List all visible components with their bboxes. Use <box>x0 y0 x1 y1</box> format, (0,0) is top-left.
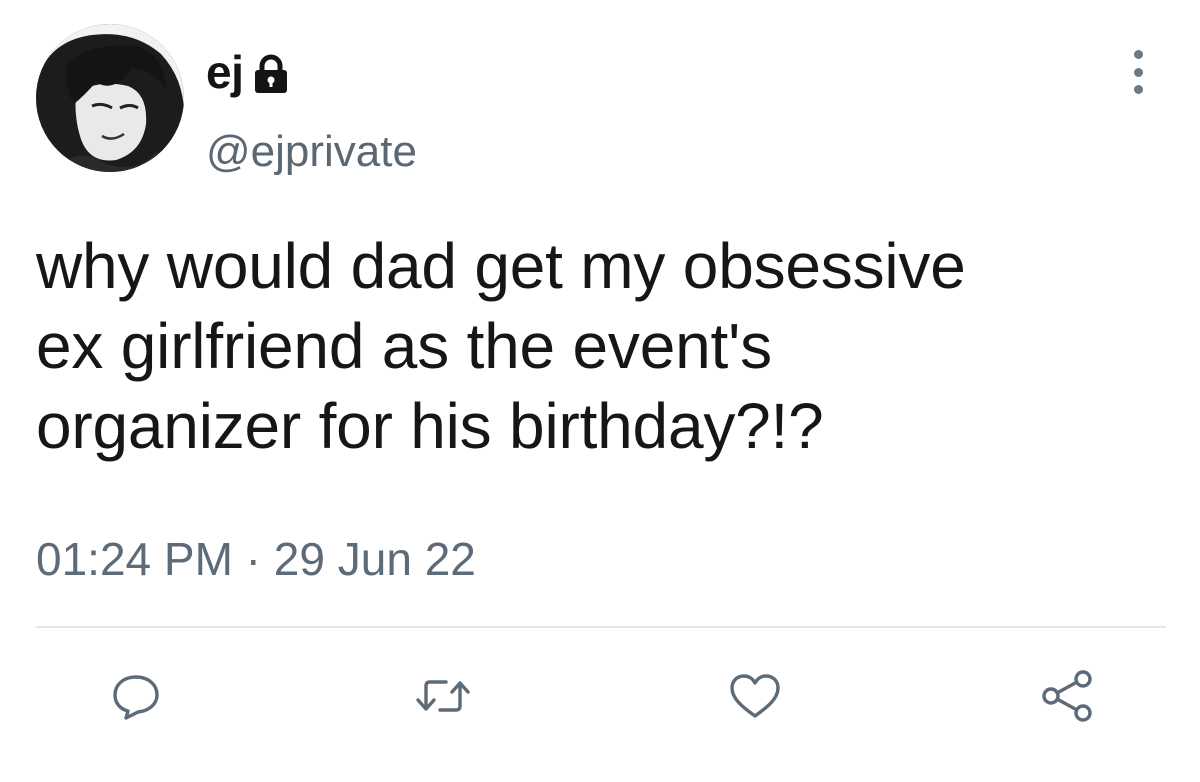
more-vertical-icon-dot <box>1133 67 1143 77</box>
display-name[interactable]: ej <box>206 49 244 95</box>
timestamp-separator: · <box>232 533 274 585</box>
retweet-button[interactable] <box>413 668 473 724</box>
more-options-button[interactable] <box>1118 50 1158 94</box>
lock-icon <box>253 54 289 94</box>
display-name-row: ej <box>206 42 289 102</box>
share-button[interactable] <box>1038 668 1098 724</box>
avatar[interactable] <box>36 24 184 172</box>
like-button[interactable] <box>725 668 785 724</box>
retweet-icon <box>416 680 470 712</box>
reply-icon <box>113 675 159 720</box>
more-vertical-icon <box>1133 50 1143 59</box>
heart-icon <box>730 674 780 718</box>
timestamp[interactable]: 01:24 PM · 29 Jun 22 <box>36 536 476 582</box>
avatar-image <box>36 24 184 172</box>
tweet-time: 01:24 PM <box>36 533 233 585</box>
divider <box>36 626 1166 628</box>
reply-button[interactable] <box>106 668 166 724</box>
tweet-card: ej @ejprivate why would dad get my obses… <box>0 0 1200 782</box>
more-vertical-icon-dot <box>1133 85 1143 94</box>
tweet-text: why would dad get my obsessive ex girlfr… <box>36 230 966 462</box>
user-handle[interactable]: @ejprivate <box>206 130 417 174</box>
tweet-date: 29 Jun 22 <box>273 533 476 585</box>
share-icon <box>1042 670 1092 722</box>
